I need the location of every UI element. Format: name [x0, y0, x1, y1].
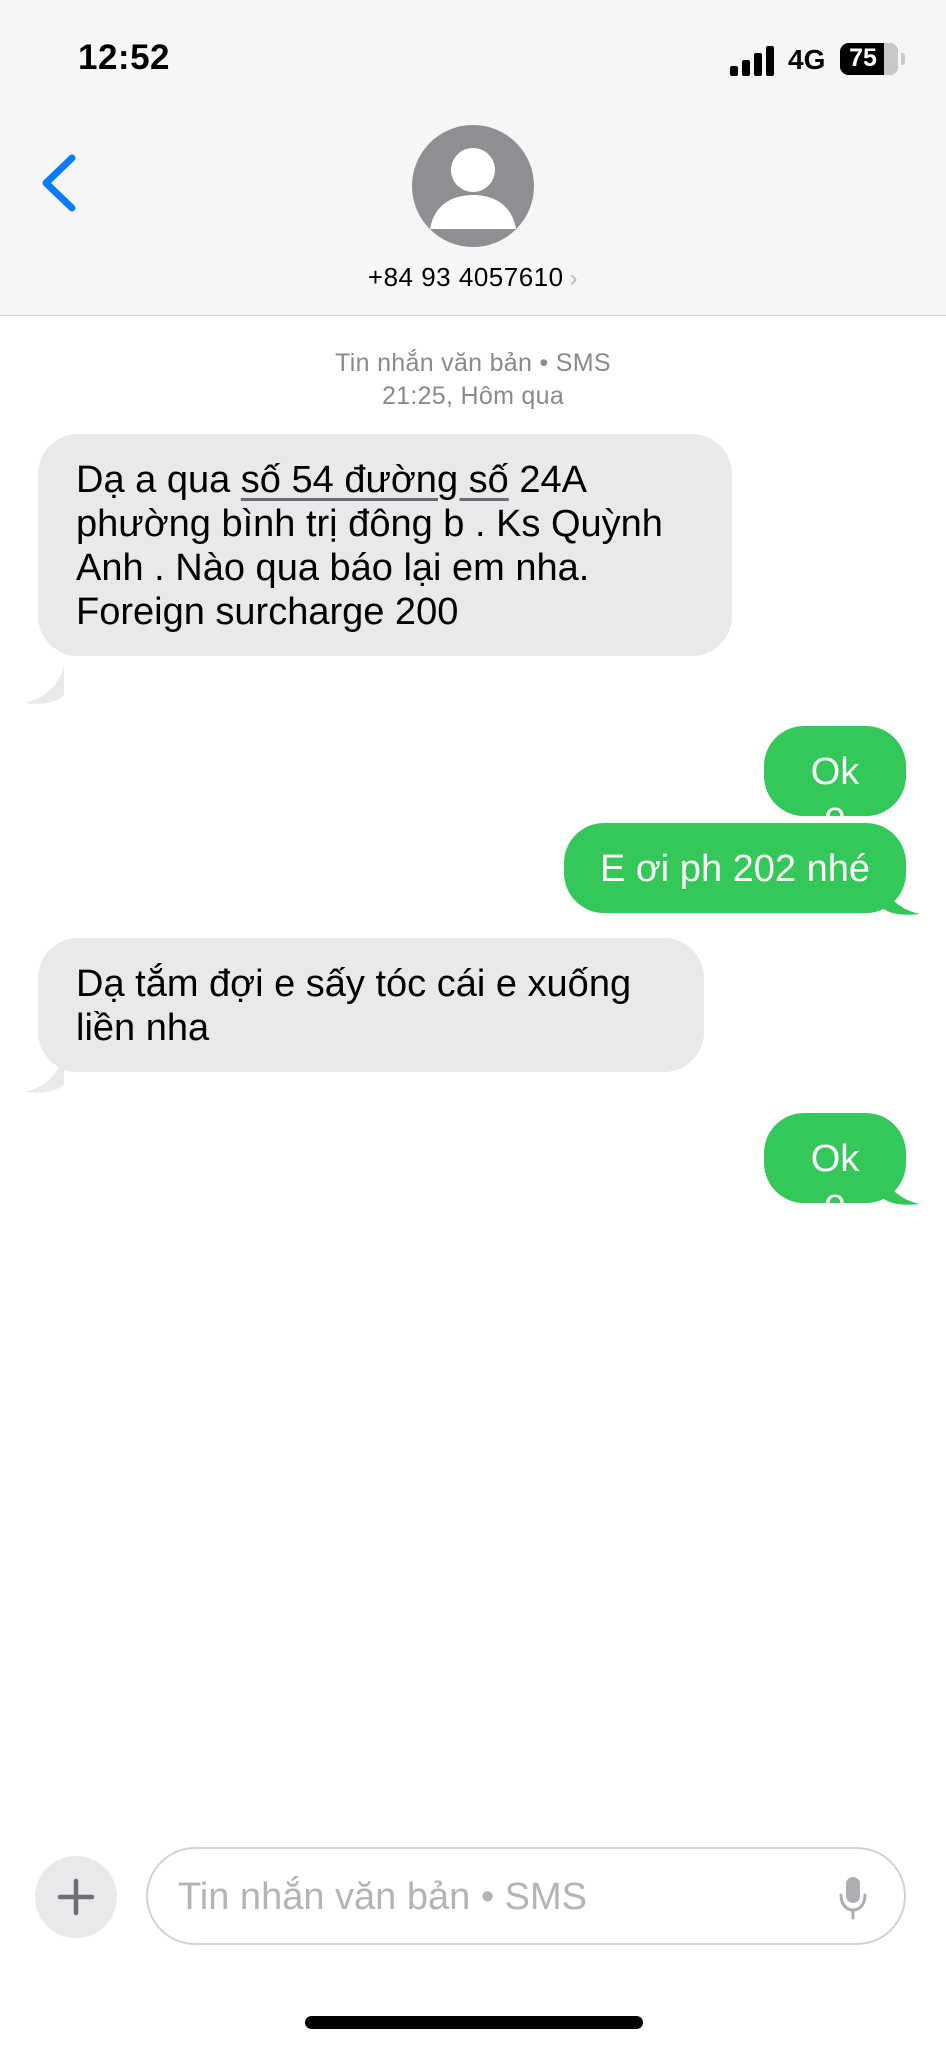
contact-avatar[interactable] [412, 125, 534, 247]
plus-icon [57, 1878, 95, 1916]
person-icon [430, 148, 516, 229]
battery-icon: 75 [840, 43, 898, 75]
message-bubble-incoming[interactable]: Dạ tắm đợi e sấy tóc cái e xuống liền nh… [38, 938, 704, 1072]
message-bubble-incoming[interactable]: Dạ a qua số 54 đường số 24A phường bình … [38, 434, 732, 656]
contact-name[interactable]: +84 93 4057610 › [0, 262, 946, 293]
messages-screen: 12:52 4G 75 +84 93 4057610 › Tin nhắn vă… [0, 0, 946, 2047]
message-text: Dạ a qua [76, 459, 241, 501]
message-service-label: Tin nhắn văn bản • SMS [335, 349, 611, 377]
status-time: 12:52 [78, 38, 171, 77]
message-bubble-outgoing[interactable]: Ok e [764, 1113, 906, 1224]
message-field[interactable] [146, 1847, 906, 1945]
battery-empty [884, 43, 898, 75]
signal-icon [730, 46, 774, 76]
back-chevron-icon[interactable] [30, 150, 90, 216]
thread-info: Tin nhắn văn bản • SMS 21:25, Hôm qua [0, 347, 946, 413]
message-text: E ơi ph 202 nhé [599, 848, 870, 890]
address-link[interactable]: số 54 đường số [241, 459, 509, 501]
battery-percent: 75 [849, 44, 877, 72]
message-bubble-outgoing[interactable]: E ơi ph 202 nhé [564, 823, 906, 913]
network-type: 4G [788, 44, 826, 75]
add-attachment-button[interactable] [35, 1856, 117, 1938]
contact-number: +84 93 4057610 [367, 262, 564, 292]
message-input[interactable] [178, 1867, 818, 1927]
home-indicator[interactable] [305, 2016, 643, 2029]
message-timestamp: 21:25, Hôm qua [381, 382, 565, 410]
bubble-tail-incoming [24, 665, 64, 704]
battery-nub [901, 53, 905, 65]
microphone-icon[interactable] [838, 1875, 868, 1921]
conversation-header: 12:52 4G 75 +84 93 4057610 › [0, 0, 946, 316]
message-text: Ok e [810, 1138, 860, 1224]
message-bubble-outgoing[interactable]: Ok e [764, 726, 906, 837]
contact-chevron-icon: › [569, 265, 579, 292]
message-text: Dạ tắm đợi e sấy tóc cái e xuống liền nh… [76, 963, 632, 1049]
